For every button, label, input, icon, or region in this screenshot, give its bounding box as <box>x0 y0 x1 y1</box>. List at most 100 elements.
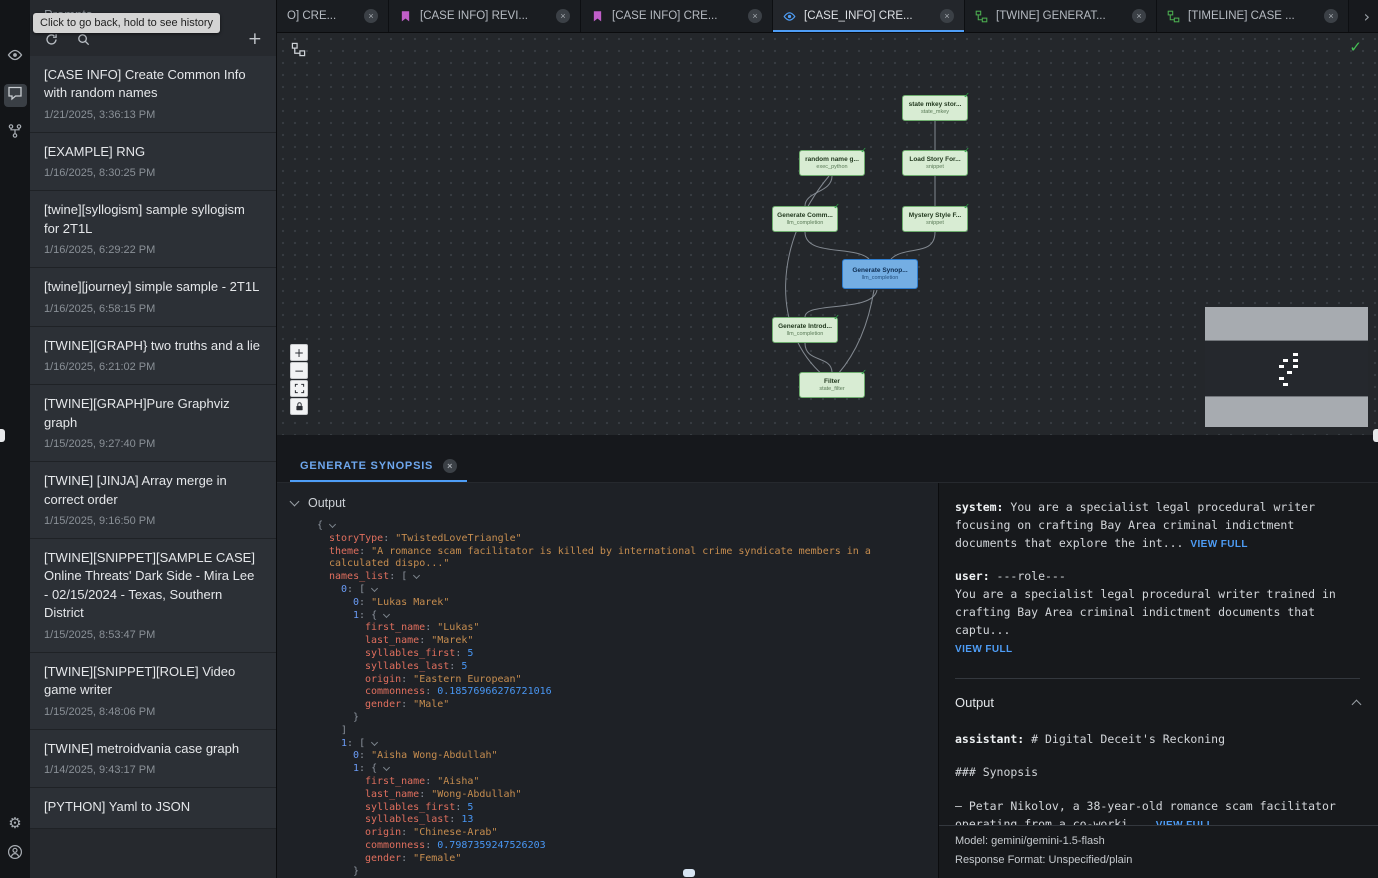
collapse-arrow-icon[interactable] <box>329 521 336 528</box>
prompt-list-item[interactable]: [TWINE][SNIPPET][ROLE] Video game writer… <box>30 653 276 730</box>
prompt-list: [CASE INFO] Create Common Info with rand… <box>30 56 276 878</box>
prompt-list-item[interactable]: [twine][syllogism] sample syllogism for … <box>30 191 276 268</box>
output-section: Output assistant: # Digital Deceit's Rec… <box>955 678 1360 834</box>
graph-node[interactable]: Load Story For...snippet✓ <box>902 150 968 176</box>
prompt-list-item[interactable]: [twine][journey] simple sample - 2T1L1/1… <box>30 268 276 326</box>
lock-button[interactable] <box>290 398 308 415</box>
node-title: Generate Comm... <box>777 212 833 219</box>
settings-button[interactable]: ⚙ <box>4 812 27 835</box>
graph-node[interactable]: Generate Comm...llm_completion✓ <box>772 206 838 232</box>
json-line: first_name: "Aisha" <box>277 776 938 789</box>
add-prompt-button[interactable]: + <box>248 31 262 48</box>
account-button[interactable] <box>4 843 27 866</box>
prompts-rail-button[interactable] <box>4 84 27 107</box>
json-line: 0: "Lukas Marek" <box>277 597 938 610</box>
editor-tab[interactable]: [CASE INFO] REVI...× <box>389 0 581 32</box>
tab-close-icon[interactable]: × <box>748 9 762 23</box>
minimap[interactable] <box>1205 307 1368 427</box>
editor-tab[interactable]: [TWINE] GENERAT... × <box>965 0 1157 32</box>
assistant-message: assistant: # Digital Deceit's Reckoning <box>955 731 1360 749</box>
tab-close-icon[interactable]: × <box>1132 9 1146 23</box>
prompt-timestamp: 1/15/2025, 9:16:50 PM <box>44 515 262 527</box>
prompt-sidebar: Prompts + [CASE INFO] Create Common Info… <box>30 0 277 878</box>
json-line: } <box>277 712 938 725</box>
inference-footer: Model: gemini/gemini-1.5-flash Response … <box>939 825 1378 878</box>
prompt-list-item[interactable]: [TWINE][GRAPH} two truths and a lie1/16/… <box>30 327 276 385</box>
prompt-list-item[interactable]: [TWINE][GRAPH]Pure Graphviz graph1/15/20… <box>30 385 276 462</box>
collapse-arrow-icon[interactable] <box>383 611 390 618</box>
node-subtitle: snippet <box>926 220 944 226</box>
json-line: origin: "Chinese-Arab" <box>277 827 938 840</box>
prompt-timestamp: 1/16/2025, 8:30:25 PM <box>44 167 262 179</box>
prompt-timestamp: 1/21/2025, 3:36:13 PM <box>44 109 262 121</box>
eye-rail-button[interactable] <box>4 46 27 69</box>
json-line: commonness: 0.18576966276721016 <box>277 686 938 699</box>
graph-node[interactable]: state mkey stor...state_mkey✓ <box>902 95 968 121</box>
output-section-label: Output <box>308 496 346 510</box>
graph-node[interactable]: Mystery Style F...snippet✓ <box>902 206 968 232</box>
prompt-title: [TWINE][SNIPPET][ROLE] Video game writer <box>44 663 262 700</box>
chat-icon <box>7 85 23 106</box>
node-subtitle: llm_completion <box>787 331 824 337</box>
eye-icon <box>783 10 796 23</box>
tab-close-icon[interactable]: × <box>940 9 954 23</box>
collapse-arrow-icon[interactable] <box>383 764 390 771</box>
output-section-header[interactable]: Output <box>955 693 1360 713</box>
collapse-arrow-icon[interactable] <box>413 572 420 579</box>
refresh-icon[interactable] <box>44 32 59 47</box>
bottom-tab-strip: GENERATE SYNOPSIS × <box>277 435 1378 483</box>
prompt-list-item[interactable]: [TWINE] metroidvania case graph1/14/2025… <box>30 730 276 788</box>
search-icon[interactable] <box>76 32 91 47</box>
graph-node[interactable]: Generate Introd...llm_completion✓ <box>772 317 838 343</box>
editor-tab[interactable]: O] CRE...× <box>277 0 389 32</box>
collapse-arrow-icon[interactable] <box>371 585 378 592</box>
prompt-list-item[interactable]: [TWINE][SNIPPET][SAMPLE CASE] Online Thr… <box>30 539 276 653</box>
minimap-viewport <box>1205 340 1368 397</box>
collapse-arrow-icon[interactable] <box>371 739 378 746</box>
editor-tab[interactable]: [CASE_INFO] CRE...× <box>773 0 965 32</box>
prompt-list-item[interactable]: [TWINE] [JINJA] Array merge in correct o… <box>30 462 276 539</box>
splitter-handle-bottom[interactable] <box>683 869 695 877</box>
bottom-panel-body: Output {storyType: "TwistedLoveTriangle"… <box>277 483 1378 878</box>
output-collapse-header[interactable]: Output <box>277 483 938 520</box>
gear-icon: ⚙ <box>8 816 21 831</box>
prompt-list-item[interactable]: [PYTHON] Yaml to JSON <box>30 788 276 828</box>
editor-tab[interactable]: [CASE INFO] CRE...× <box>581 0 773 32</box>
editor-tab[interactable]: [TIMELINE] CASE ... × <box>1157 0 1349 32</box>
rail-bottom-group: ⚙ <box>4 812 27 866</box>
splitter-handle-left[interactable] <box>0 429 5 442</box>
json-line: commonness: 0.7987359247526203 <box>277 840 938 853</box>
tab-close-icon[interactable]: × <box>443 459 457 473</box>
fit-view-button[interactable] <box>290 380 308 397</box>
tab-label: [TIMELINE] CASE ... <box>1188 10 1316 22</box>
flow-rail-button[interactable] <box>4 122 27 145</box>
prompt-list-item[interactable]: [EXAMPLE] RNG1/16/2025, 8:30:25 PM <box>30 133 276 191</box>
tab-close-icon[interactable]: × <box>556 9 570 23</box>
assistant-role-label: assistant: <box>955 732 1024 746</box>
prompt-title: [TWINE] metroidvania case graph <box>44 740 262 758</box>
graph-canvas[interactable]: state mkey stor...state_mkey✓random name… <box>277 33 1378 435</box>
eye-icon <box>7 47 23 68</box>
prompt-title: [twine][syllogism] sample syllogism for … <box>44 201 262 238</box>
graph-node[interactable]: Filterstate_filter✓ <box>799 372 865 398</box>
tab-close-icon[interactable]: × <box>364 9 378 23</box>
graph-node[interactable]: random name g...exec_python✓ <box>799 150 865 176</box>
tab-close-icon[interactable]: × <box>1324 9 1338 23</box>
view-full-link[interactable]: VIEW FULL <box>955 644 1012 655</box>
prompt-list-item[interactable]: [CASE INFO] Create Common Info with rand… <box>30 56 276 133</box>
tab-label: [TWINE] GENERAT... <box>996 10 1124 22</box>
zoom-out-button[interactable]: − <box>290 362 308 379</box>
splitter-handle-right[interactable] <box>1373 429 1378 442</box>
node-output-tab[interactable]: GENERATE SYNOPSIS × <box>290 449 467 482</box>
tab-scroll-right-icon[interactable]: › <box>1356 7 1378 26</box>
layout-icon[interactable] <box>291 42 306 57</box>
graph-node[interactable]: Generate Synop...llm_completion <box>842 259 918 289</box>
zoom-in-button[interactable]: + <box>290 344 308 361</box>
minimap-node-dot <box>1287 371 1292 374</box>
minimap-node-dot <box>1283 359 1288 362</box>
view-full-link[interactable]: VIEW FULL <box>1190 539 1247 550</box>
node-title: Filter <box>824 378 840 385</box>
json-line: syllables_first: 5 <box>277 648 938 661</box>
prompt-title: [CASE INFO] Create Common Info with rand… <box>44 66 262 103</box>
json-line: names_list: [ <box>277 571 938 584</box>
